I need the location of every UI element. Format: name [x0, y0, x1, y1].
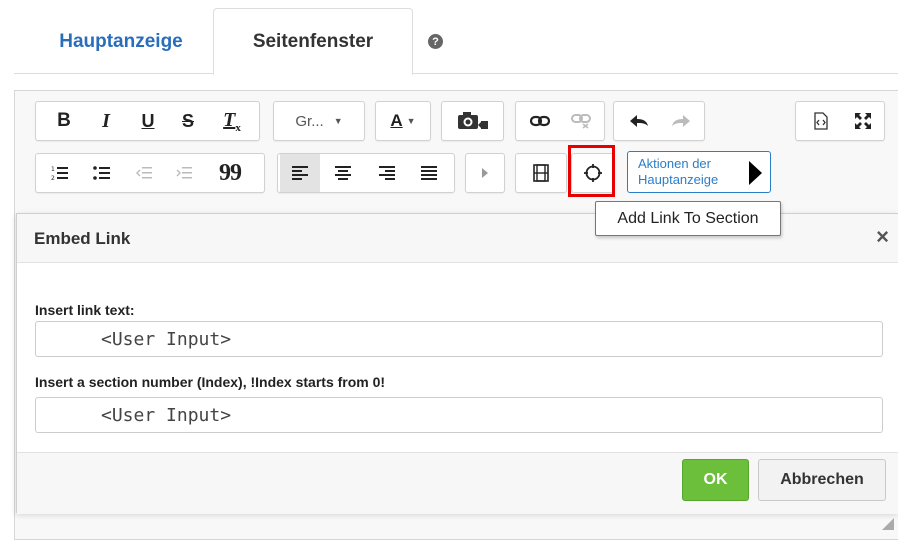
- tab-bar: Hauptanzeige Seitenfenster: [14, 0, 898, 75]
- maximize-button[interactable]: [842, 102, 884, 140]
- basic-styles-group: B I U S Tx: [35, 101, 260, 141]
- text-color-label: A: [390, 111, 403, 130]
- alignment-group: [277, 153, 455, 193]
- numbered-list-icon: 12: [51, 166, 68, 181]
- text-color-button[interactable]: A ▼: [375, 101, 431, 141]
- align-left-icon: [292, 166, 308, 180]
- main-view-actions-button[interactable]: Aktionen der Hauptanzeige: [627, 151, 771, 193]
- cancel-button[interactable]: Abbrechen: [758, 459, 886, 501]
- align-right-icon: [379, 166, 395, 180]
- camera-icon: [442, 102, 503, 140]
- source-icon: [814, 112, 828, 130]
- film-icon: [516, 154, 566, 192]
- insert-image-button[interactable]: [441, 101, 504, 141]
- dialog-title: Embed Link: [34, 229, 131, 248]
- unlink-icon: [571, 114, 591, 129]
- redo-icon: [672, 115, 690, 127]
- strikethrough-button[interactable]: S: [168, 102, 208, 140]
- align-right-button[interactable]: [366, 154, 408, 192]
- link-button[interactable]: [520, 102, 560, 140]
- document-group: [795, 101, 885, 141]
- close-icon[interactable]: ×: [876, 226, 889, 248]
- question-circle-icon[interactable]: ?: [428, 34, 443, 49]
- tooltip: Add Link To Section: [595, 201, 781, 236]
- quote-icon: 99: [219, 160, 242, 186]
- indent-icon: [176, 167, 192, 179]
- paragraph-group: 12 99: [35, 153, 265, 193]
- decrease-indent-button[interactable]: [124, 154, 164, 192]
- chevron-down-icon: ▼: [333, 116, 343, 126]
- resize-handle[interactable]: [882, 518, 894, 530]
- chevron-down-icon: ▼: [406, 116, 416, 126]
- insert-video-button[interactable]: [515, 153, 567, 193]
- highlight-frame: [568, 145, 615, 197]
- main-view-actions-label: Aktionen der Hauptanzeige: [638, 156, 719, 187]
- bold-button[interactable]: B: [44, 102, 84, 140]
- embed-link-dialog: Embed Link × Insert link text: <User Inp…: [16, 213, 898, 514]
- undo-icon: [630, 115, 648, 127]
- blockquote-button[interactable]: 99: [208, 154, 252, 192]
- maximize-icon: [855, 113, 871, 129]
- caret-right-icon: [466, 154, 504, 192]
- italic-button[interactable]: I: [86, 102, 126, 140]
- ok-button[interactable]: OK: [682, 459, 749, 501]
- tab-hauptanzeige[interactable]: Hauptanzeige: [26, 8, 216, 75]
- redo-button[interactable]: [660, 102, 702, 140]
- remove-format-button[interactable]: Tx: [210, 102, 254, 140]
- font-select[interactable]: Gr... ▼: [273, 101, 365, 141]
- underline-button[interactable]: U: [128, 102, 168, 140]
- link-icon: [530, 115, 550, 127]
- bulleted-list-icon: [93, 166, 110, 180]
- outdent-icon: [136, 167, 152, 179]
- link-text-label: Insert link text:: [35, 302, 135, 318]
- editor-toolbar: B I U S Tx Gr... ▼ A ▼ 1 2 99 Aktionen d…: [15, 91, 898, 209]
- numbered-list-button[interactable]: 12: [40, 154, 80, 192]
- link-group: [515, 101, 605, 141]
- link-text-input[interactable]: <User Input>: [35, 321, 883, 357]
- font-select-label: Gr...: [295, 112, 324, 130]
- section-number-input[interactable]: <User Input>: [35, 397, 883, 433]
- section-number-label: Insert a section number (Index), !Index …: [35, 374, 386, 390]
- justify-icon: [421, 166, 437, 180]
- bulleted-list-button[interactable]: [82, 154, 122, 192]
- unlink-button[interactable]: [560, 102, 602, 140]
- undo-redo-group: [613, 101, 705, 141]
- align-center-icon: [335, 166, 351, 180]
- svg-text:2: 2: [51, 175, 55, 181]
- justify-button[interactable]: [408, 154, 450, 192]
- bidi-button[interactable]: [465, 153, 505, 193]
- increase-indent-button[interactable]: [164, 154, 204, 192]
- align-center-button[interactable]: [322, 154, 364, 192]
- svg-text:1: 1: [51, 166, 55, 173]
- undo-button[interactable]: [618, 102, 660, 140]
- align-left-button[interactable]: [280, 154, 320, 192]
- play-arrow-icon: [749, 161, 762, 185]
- tab-seitenfenster[interactable]: Seitenfenster: [213, 8, 413, 75]
- source-button[interactable]: [800, 102, 842, 140]
